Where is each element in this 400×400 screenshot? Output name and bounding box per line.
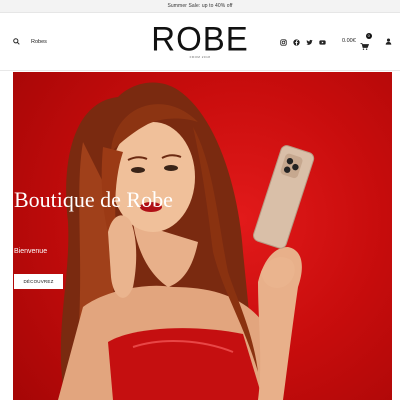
- user-icon[interactable]: [385, 38, 392, 45]
- youtube-icon[interactable]: [319, 39, 326, 46]
- logo-text: ROBE: [151, 19, 249, 58]
- search-label[interactable]: Robes: [31, 39, 47, 45]
- hero-image: [58, 82, 315, 400]
- cart-count-badge: 0: [365, 33, 372, 39]
- discover-button[interactable]: DÉCOUVREZ: [14, 274, 63, 289]
- twitter-icon[interactable]: [306, 39, 313, 46]
- instagram-icon[interactable]: [280, 39, 287, 46]
- cart-total: 0.00€: [342, 38, 356, 44]
- social-links: [280, 39, 326, 46]
- cart-icon: 0: [360, 33, 372, 50]
- hero-title: Boutique de Robe: [14, 187, 173, 212]
- facebook-icon[interactable]: [293, 39, 300, 46]
- search-icon: [13, 38, 20, 45]
- cart-button[interactable]: 0.00€ 0: [342, 33, 372, 50]
- announcement-text: Summer Sale: up to 40% off: [167, 3, 233, 9]
- site-header: Robes ROBE FROM 2018 0.00€ 0: [0, 13, 400, 71]
- hero-subtitle: Bienvenue: [14, 248, 48, 255]
- search-trigger[interactable]: Robes: [13, 38, 47, 45]
- hero-banner: Boutique de Robe Bienvenue DÉCOUVREZ: [13, 72, 392, 400]
- announcement-bar: Summer Sale: up to 40% off: [0, 0, 400, 13]
- site-logo[interactable]: ROBE FROM 2018: [150, 19, 250, 59]
